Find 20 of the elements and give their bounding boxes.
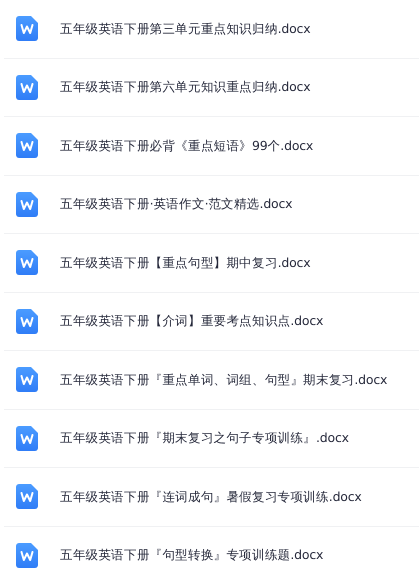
file-name[interactable]: 五年级英语下册·英语作文·范文精选.docx xyxy=(60,198,292,210)
document-icon xyxy=(16,74,38,100)
document-icon xyxy=(16,542,38,568)
document-icon xyxy=(16,484,38,510)
file-name[interactable]: 五年级英语下册第六单元知识重点归纳.docx xyxy=(60,81,310,94)
file-name[interactable]: 五年级英语下册【重点句型】期中复习.docx xyxy=(60,256,310,269)
file-name[interactable]: 五年级英语下册第三单元重点知识归纳.docx xyxy=(60,22,310,35)
file-name[interactable]: 五年级英语下册必背《重点短语》99个.docx xyxy=(60,140,314,152)
document-icon xyxy=(16,250,38,276)
document-icon xyxy=(16,426,38,451)
file-name[interactable]: 五年级英语下册『句型转换』专项训练题.docx xyxy=(60,549,324,562)
document-icon xyxy=(16,192,38,217)
document-icon xyxy=(16,16,38,42)
document-icon xyxy=(16,133,38,158)
document-icon xyxy=(16,308,38,334)
file-name[interactable]: 五年级英语下册【介词】重要考点知识点.docx xyxy=(60,315,324,328)
document-icon xyxy=(16,367,38,392)
file-name[interactable]: 五年级英语下册『重点单词、词组、句型』期末复习.docx xyxy=(60,374,388,386)
file-name[interactable]: 五年级英语下册『期末复习之句子专项训练』.docx xyxy=(60,432,349,444)
file-name[interactable]: 五年级英语下册『连词成句』暑假复习专项训练.docx xyxy=(60,490,362,503)
